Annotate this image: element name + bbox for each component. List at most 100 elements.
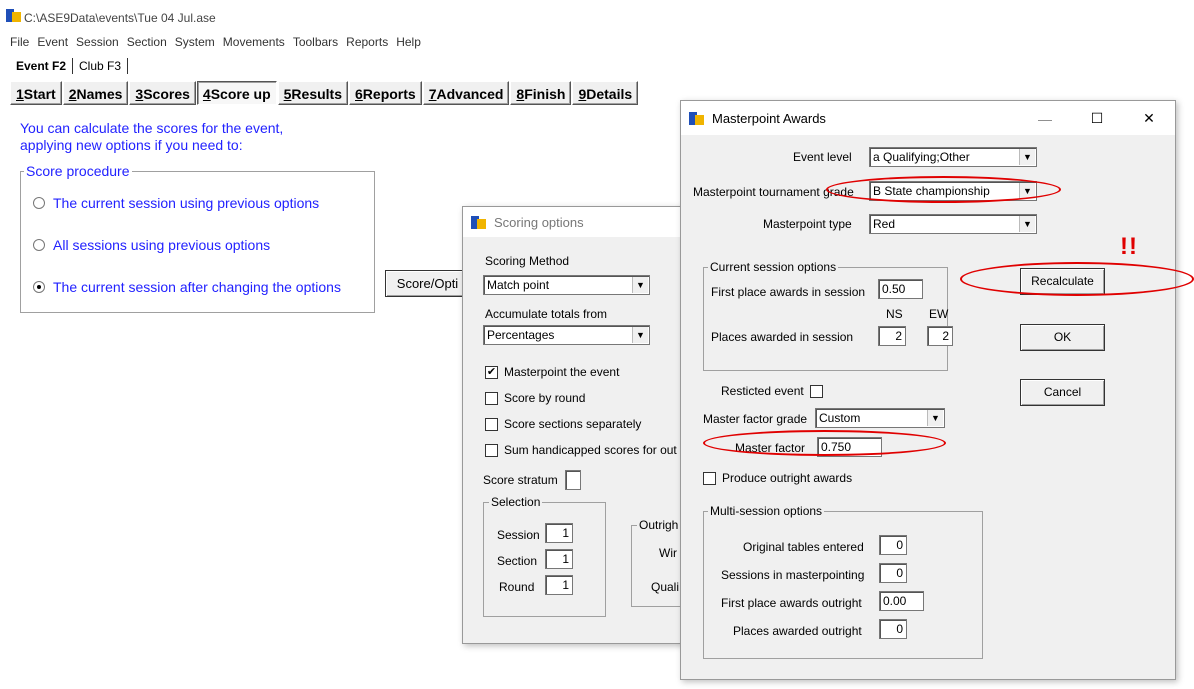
- tab-results[interactable]: 5Results: [277, 81, 348, 105]
- multi-session-legend: Multi-session options: [708, 504, 825, 518]
- chevron-down-icon[interactable]: ▼: [927, 410, 943, 426]
- annotation-ellipse-grade: [826, 176, 1061, 203]
- intro-line-1: You can calculate the scores for the eve…: [20, 120, 284, 136]
- check-sum-handicapped[interactable]: Sum handicapped scores for out: [485, 443, 677, 457]
- sessions-mp-field[interactable]: 0: [879, 563, 907, 583]
- places-outright-field[interactable]: 0: [879, 619, 907, 639]
- menu-session[interactable]: Session: [76, 35, 119, 49]
- current-session-legend: Current session options: [708, 260, 839, 274]
- tab-finish[interactable]: 8Finish: [510, 81, 572, 105]
- check-score-sections[interactable]: Score sections separately: [485, 417, 641, 431]
- radio-circle[interactable]: [33, 239, 45, 251]
- chevron-down-icon[interactable]: ▼: [1019, 149, 1035, 165]
- scoring-method-combo[interactable]: Match point ▼: [483, 275, 650, 295]
- places-outright-label: Places awarded outright: [733, 624, 862, 638]
- radio-circle-selected[interactable]: [33, 281, 45, 293]
- main-tabs: 1Start 2Names 3Scores 4Score up 5Results…: [10, 81, 639, 105]
- orig-tables-label: Original tables entered: [743, 540, 864, 554]
- option-current-changing[interactable]: The current session after changing the o…: [33, 279, 341, 295]
- win-label: Wir: [659, 546, 677, 560]
- cancel-button[interactable]: Cancel: [1020, 379, 1105, 406]
- places-ew-field[interactable]: 2: [927, 326, 953, 346]
- option-all-previous[interactable]: All sessions using previous options: [33, 237, 270, 253]
- round-label: Round: [499, 580, 535, 594]
- menu-section[interactable]: Section: [127, 35, 167, 49]
- checkbox[interactable]: ✔: [485, 365, 498, 379]
- scoring-method-label: Scoring Method: [485, 254, 570, 268]
- places-ns-field[interactable]: 2: [878, 326, 906, 346]
- window-title: C:\ASE9Data\events\Tue 04 Jul.ase: [24, 11, 216, 25]
- event-level-label: Event level: [793, 150, 852, 164]
- menu-reports[interactable]: Reports: [346, 35, 388, 49]
- tab-start[interactable]: 1Start: [10, 81, 62, 105]
- check-masterpoint-event[interactable]: ✔ Masterpoint the event: [485, 365, 619, 379]
- first-outright-field[interactable]: 0.00: [879, 591, 924, 611]
- chevron-down-icon[interactable]: ▼: [632, 277, 648, 293]
- radio-circle[interactable]: [33, 197, 45, 209]
- session-field[interactable]: 1: [545, 523, 573, 543]
- score-options-button[interactable]: Score/Opti: [385, 270, 470, 297]
- event-level-combo[interactable]: a Qualifying;Other ▼: [869, 147, 1037, 167]
- tab-score-up[interactable]: 4Score up: [196, 81, 277, 105]
- menu-system[interactable]: System: [175, 35, 215, 49]
- menu-toolbars[interactable]: Toolbars: [293, 35, 338, 49]
- annotation-exclamation: !!: [1120, 233, 1138, 260]
- quali-label: Quali: [651, 580, 680, 594]
- app-icon: [6, 9, 21, 22]
- scoring-options-titlebar: Scoring options: [463, 207, 701, 237]
- checkbox[interactable]: [485, 417, 498, 431]
- tab-advanced[interactable]: 7Advanced: [422, 81, 510, 105]
- masterpoint-type-label: Masterpoint type: [763, 217, 852, 231]
- accumulate-label: Accumulate totals from: [485, 307, 608, 321]
- round-field[interactable]: 1: [545, 575, 573, 595]
- session-label: Session: [497, 528, 540, 542]
- selection-legend: Selection: [489, 495, 543, 509]
- section-field[interactable]: 1: [545, 549, 573, 569]
- menu-file[interactable]: File: [10, 35, 29, 49]
- annotation-ellipse-master-factor: [703, 430, 946, 456]
- tab-club[interactable]: Club F3: [73, 58, 129, 74]
- check-restricted-event[interactable]: Resticted event: [721, 384, 823, 398]
- menu-help[interactable]: Help: [396, 35, 421, 49]
- outright-legend: Outrigh: [637, 518, 681, 532]
- menu-bar: File Event Session Section System Moveme…: [10, 35, 421, 49]
- checkbox[interactable]: [485, 391, 498, 405]
- option-current-previous[interactable]: The current session using previous optio…: [33, 195, 319, 211]
- orig-tables-field[interactable]: 0: [879, 535, 907, 555]
- close-icon[interactable]: ✕: [1141, 111, 1157, 125]
- scoring-options-dialog: Scoring options Scoring Method Match poi…: [462, 206, 702, 644]
- annotation-ellipse-recalculate: [960, 262, 1194, 296]
- check-produce-outright[interactable]: Produce outright awards: [703, 471, 852, 485]
- factor-grade-combo[interactable]: Custom ▼: [815, 408, 945, 428]
- accumulate-combo[interactable]: Percentages ▼: [483, 325, 650, 345]
- maximize-icon[interactable]: ☐: [1089, 111, 1105, 125]
- masterpoint-title: Masterpoint Awards: [712, 110, 826, 126]
- places-label: Places awarded in session: [711, 330, 854, 344]
- tab-names[interactable]: 2Names: [62, 81, 129, 105]
- chevron-down-icon[interactable]: ▼: [1019, 216, 1035, 232]
- tab-event[interactable]: Event F2: [10, 58, 74, 74]
- dialog-icon: [471, 215, 486, 229]
- tab-scores[interactable]: 3Scores: [129, 81, 196, 105]
- factor-grade-label: Master factor grade: [703, 412, 808, 426]
- checkbox[interactable]: [703, 471, 716, 485]
- first-place-field[interactable]: 0.50: [878, 279, 923, 299]
- tab-details[interactable]: 9Details: [572, 81, 639, 105]
- score-procedure-legend: Score procedure: [24, 163, 132, 179]
- minimize-icon[interactable]: —: [1037, 112, 1053, 126]
- checkbox[interactable]: [809, 384, 823, 398]
- first-place-label: First place awards in session: [711, 285, 866, 299]
- chevron-down-icon[interactable]: ▼: [632, 327, 648, 343]
- section-label: Section: [497, 554, 538, 568]
- check-score-by-round[interactable]: Score by round: [485, 391, 585, 405]
- intro-line-2: applying new options if you need to:: [20, 137, 243, 153]
- masterpoint-type-combo[interactable]: Red ▼: [869, 214, 1037, 234]
- menu-event[interactable]: Event: [37, 35, 68, 49]
- ok-button[interactable]: OK: [1020, 324, 1105, 351]
- score-stratum-field[interactable]: [565, 470, 581, 490]
- menu-movements[interactable]: Movements: [223, 35, 285, 49]
- tab-reports[interactable]: 6Reports: [349, 81, 422, 105]
- checkbox[interactable]: [485, 443, 498, 457]
- dialog-icon: [689, 111, 704, 125]
- score-stratum-label: Score stratum: [483, 473, 558, 487]
